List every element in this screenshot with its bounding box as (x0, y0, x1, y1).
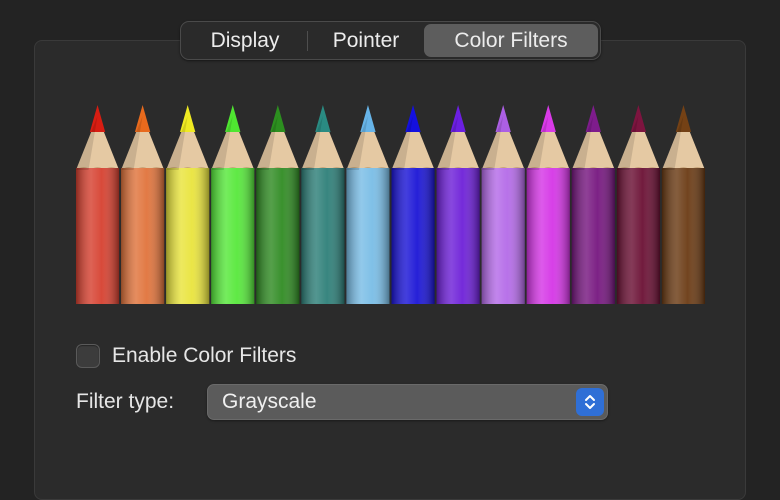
color-pencils-preview (75, 104, 706, 304)
pencil-brown (661, 105, 705, 304)
pencil-red (76, 105, 120, 304)
pencil-violet (436, 105, 480, 304)
pencils-image (76, 105, 705, 304)
pencil-sky-blue (346, 105, 390, 304)
pencil-maroon (616, 105, 660, 304)
enable-color-filters-checkbox[interactable] (76, 344, 100, 368)
pencil-purple (571, 105, 615, 304)
accessibility-display-window: Display Pointer Color Filters Enable Col… (0, 0, 780, 500)
tab-color-filters[interactable]: Color Filters (424, 24, 598, 57)
filter-type-popup[interactable]: Grayscale (207, 384, 608, 420)
pencil-teal (301, 105, 345, 304)
pencil-orange (121, 105, 165, 304)
enable-color-filters-row: Enable Color Filters (76, 343, 296, 369)
filter-type-label: Filter type: (76, 390, 175, 413)
up-down-chevron-icon (576, 388, 604, 416)
pencil-dark-green (256, 105, 300, 304)
pencil-blue (391, 105, 435, 304)
filter-type-row: Filter type: Grayscale (76, 384, 608, 420)
enable-color-filters-label[interactable]: Enable Color Filters (112, 344, 296, 368)
pencil-light-green (211, 105, 255, 304)
pencil-lavender (481, 105, 525, 304)
tab-bar: Display Pointer Color Filters (180, 21, 601, 60)
tab-pointer[interactable]: Pointer (308, 24, 424, 57)
tab-display[interactable]: Display (183, 24, 307, 57)
filter-type-value: Grayscale (222, 390, 317, 413)
pencil-yellow (166, 105, 210, 304)
pencil-magenta (526, 105, 570, 304)
